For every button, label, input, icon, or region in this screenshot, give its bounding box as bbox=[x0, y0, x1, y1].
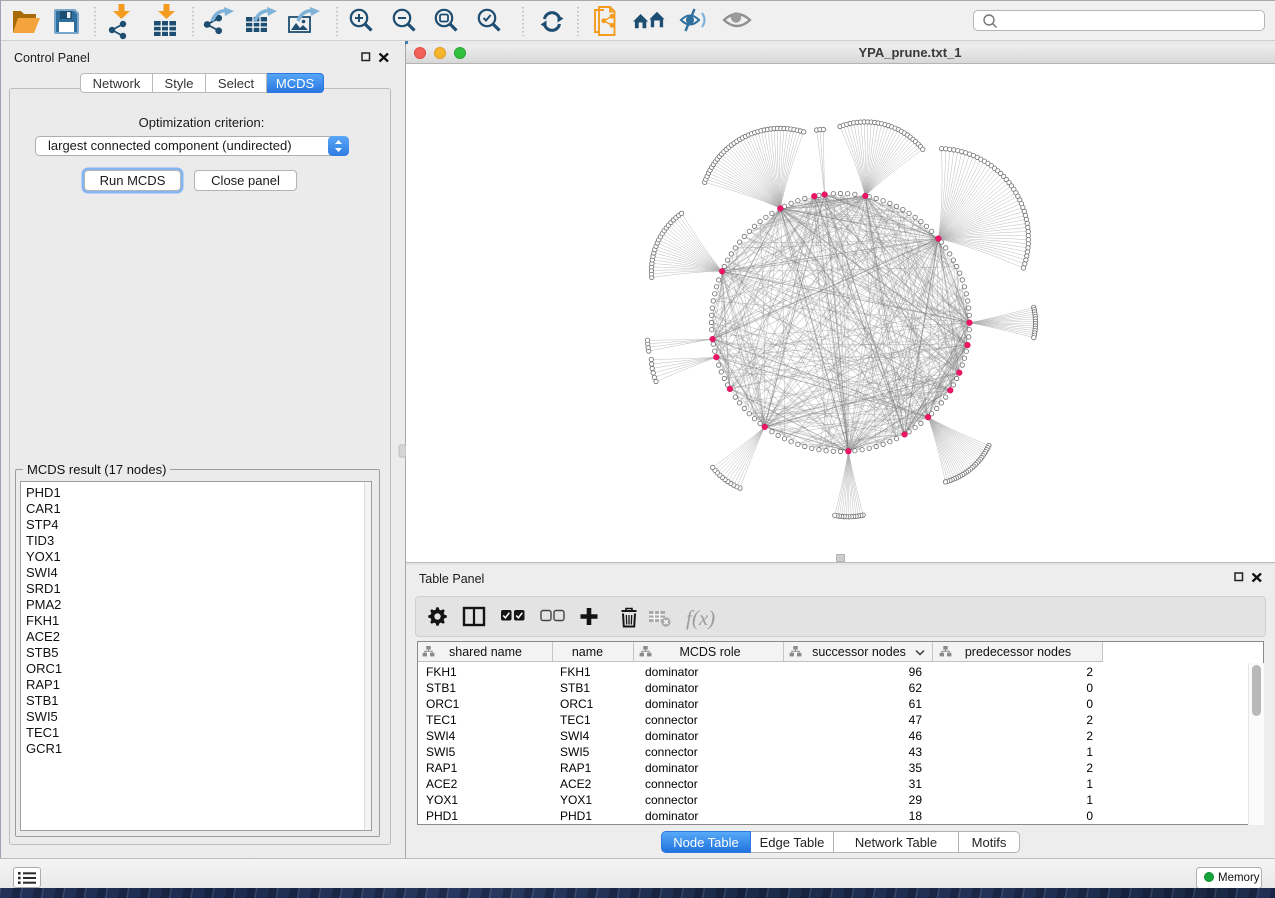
svg-text:f(x): f(x) bbox=[686, 606, 715, 630]
